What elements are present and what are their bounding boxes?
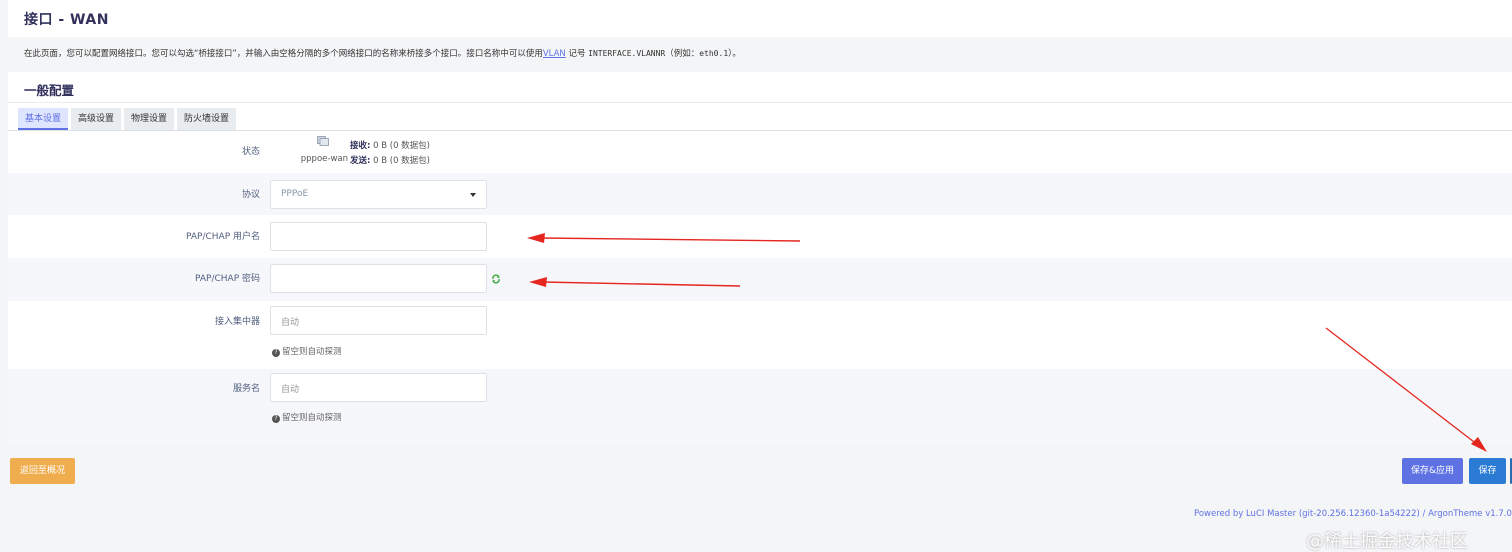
divider [8, 102, 1512, 103]
page-title: 接口 - WAN [24, 12, 109, 28]
tab-physical[interactable]: 物理设置 [124, 108, 175, 130]
protocol-label: 协议 [241, 190, 260, 200]
reveal-password-icon[interactable] [491, 274, 501, 284]
chevron-down-icon [470, 193, 476, 197]
service-label: 服务名 [232, 384, 260, 394]
ac-hint-text: 留空则自动探测 [282, 347, 342, 357]
save-apply-button[interactable]: 保存&应用 [1402, 458, 1463, 484]
username-input[interactable] [270, 222, 487, 251]
question-icon: ? [272, 415, 280, 423]
password-label: PAP/CHAP 密码 [195, 274, 260, 284]
tab-firewall[interactable]: 防火墙设置 [177, 108, 237, 130]
status-interface-name: pppoe-wan [300, 154, 348, 164]
description-example: eth0.1 [699, 49, 729, 58]
description-text-open: （例如： [665, 49, 700, 59]
powered-by-text: Powered by LuCI Master (git-20.256.12360… [1194, 509, 1512, 519]
page-header: 接口 - WAN [8, 0, 1512, 37]
description-text: 在此页面，您可以配置网络接口。您可以勾选“桥接接口”，并输入由空格分隔的多个网络… [24, 49, 543, 59]
watermark: @稀土掘金技术社区 [1306, 531, 1468, 552]
ac-row: 接入集中器 自动 ? 留空则自动探测 [8, 301, 1512, 369]
description-text-mid: 记号 [565, 49, 589, 59]
service-hint: ? 留空则自动探测 [272, 411, 342, 423]
status-label: 状态 [241, 147, 260, 157]
save-button[interactable]: 保存 [1469, 458, 1506, 484]
username-row: PAP/CHAP 用户名 [8, 215, 1512, 258]
question-icon: ? [272, 349, 280, 357]
rx-label: 接收: [350, 141, 371, 151]
status-rx: 接收: 0 B (0 数据包) [350, 139, 430, 151]
service-row: 服务名 自动 ? 留空则自动探测 [8, 369, 1512, 444]
protocol-value: PPPoE [281, 189, 309, 199]
ac-placeholder: 自动 [281, 318, 300, 328]
section-title: 一般配置 [24, 83, 75, 98]
password-row: PAP/CHAP 密码 [8, 258, 1512, 301]
vlan-link[interactable]: VLAN [543, 49, 566, 59]
status-row: 状态 [8, 131, 1512, 173]
ac-input[interactable]: 自动 [270, 306, 487, 335]
service-input[interactable]: 自动 [270, 373, 487, 402]
tab-advanced[interactable]: 高级设置 [71, 108, 122, 130]
username-label: PAP/CHAP 用户名 [186, 232, 260, 242]
ac-hint: ? 留空则自动探测 [272, 345, 342, 357]
service-placeholder: 自动 [281, 385, 300, 395]
general-config-section: 一般配置 基本设置 高级设置 物理设置 防火墙设置 状态 pppoe-wan 接… [8, 72, 1512, 444]
tx-value: 0 B (0 数据包) [370, 156, 430, 166]
tab-basic[interactable]: 基本设置 [18, 108, 69, 130]
action-bar: 返回至概况 保存&应用 保存 [0, 448, 1512, 494]
tab-bar: 基本设置 高级设置 物理设置 防火墙设置 [18, 108, 237, 130]
rx-value: 0 B (0 数据包) [370, 141, 430, 151]
ac-label: 接入集中器 [214, 317, 260, 327]
description-code: INTERFACE.VLANNR [588, 49, 666, 58]
password-input[interactable] [270, 264, 487, 293]
back-to-overview-button[interactable]: 返回至概况 [10, 458, 75, 484]
protocol-row: 协议 PPPoE [8, 173, 1512, 215]
tx-label: 发送: [350, 156, 371, 166]
status-tx: 发送: 0 B (0 数据包) [350, 154, 430, 166]
service-hint-text: 留空则自动探测 [282, 413, 342, 423]
network-port-icon [317, 136, 329, 146]
page-description: 在此页面，您可以配置网络接口。您可以勾选“桥接接口”，并输入由空格分隔的多个网络… [24, 47, 741, 59]
description-text-close: ）。 [728, 49, 741, 59]
protocol-select[interactable]: PPPoE [270, 180, 487, 209]
